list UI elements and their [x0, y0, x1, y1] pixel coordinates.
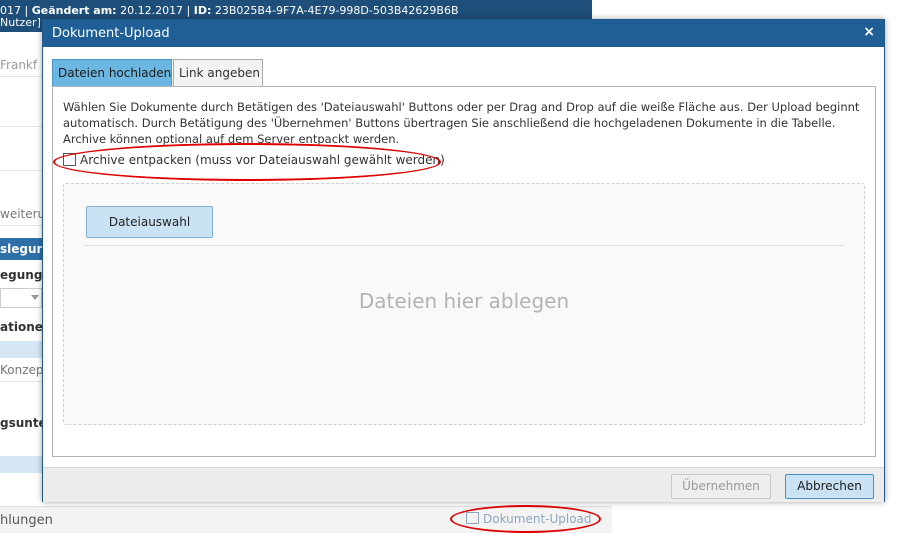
archive-checkbox[interactable]: [63, 153, 76, 166]
tab-link[interactable]: Link angeben: [173, 59, 263, 86]
cancel-button[interactable]: Abbrechen: [785, 474, 874, 499]
upload-panel: Wählen Sie Dokumente durch Betätigen des…: [52, 86, 876, 457]
background-row: Konzept: [0, 363, 44, 382]
background-label: egung v: [0, 268, 44, 282]
background-row: weiteru: [0, 207, 44, 226]
apply-button[interactable]: Übernehmen: [671, 474, 771, 499]
background-section-header: slegun: [0, 238, 44, 260]
drop-zone[interactable]: Dateiauswahl Dateien hier ablegen: [63, 183, 865, 425]
divider: [84, 245, 844, 246]
upload-dialog: Dokument-Upload × Dateien hochladen Link…: [42, 19, 885, 502]
background-header-meta: 017 | Geändert am: 20.12.2017 | ID: 23B0…: [0, 4, 459, 17]
background-label: ationer: [0, 320, 44, 334]
background-select[interactable]: [0, 288, 42, 308]
background-row: hlungen: [0, 513, 53, 528]
dialog-title: Dokument-Upload: [52, 26, 170, 41]
background-divider: [0, 104, 44, 127]
dialog-title-bar: Dokument-Upload ×: [43, 20, 884, 47]
document-upload-label: Dokument-Upload: [483, 512, 592, 526]
close-icon[interactable]: ×: [863, 24, 875, 40]
tab-upload-files[interactable]: Dateien hochladen: [52, 59, 172, 87]
background-header-user: Nutzer]: [0, 16, 41, 29]
upload-description: Wählen Sie Dokumente durch Betätigen des…: [63, 100, 860, 146]
background-divider: [0, 150, 44, 171]
drop-zone-text: Dateien hier ablegen: [358, 289, 570, 313]
id-label: ID:: [193, 4, 212, 17]
changed-label: Geändert am:: [31, 4, 117, 17]
background-band: [0, 456, 44, 473]
background-label: gsunter: [0, 416, 44, 430]
upload-icon: [466, 512, 479, 524]
document-id: 23B025B4-9F7A-4E79-998D-503B42629B6B: [214, 4, 459, 17]
dialog-footer: Übernehmen Abbrechen: [43, 467, 884, 502]
document-upload-link[interactable]: Dokument-Upload: [466, 512, 592, 526]
archive-option[interactable]: Archive entpacken (muss vor Dateiauswahl…: [63, 153, 445, 167]
file-select-button[interactable]: Dateiauswahl: [86, 206, 213, 238]
background-band: [0, 341, 44, 358]
changed-date: 20.12.2017: [120, 4, 184, 17]
background-row: Frankf: [0, 58, 44, 77]
archive-checkbox-label: Archive entpacken (muss vor Dateiauswahl…: [80, 153, 445, 167]
chevron-down-icon: [31, 295, 39, 300]
